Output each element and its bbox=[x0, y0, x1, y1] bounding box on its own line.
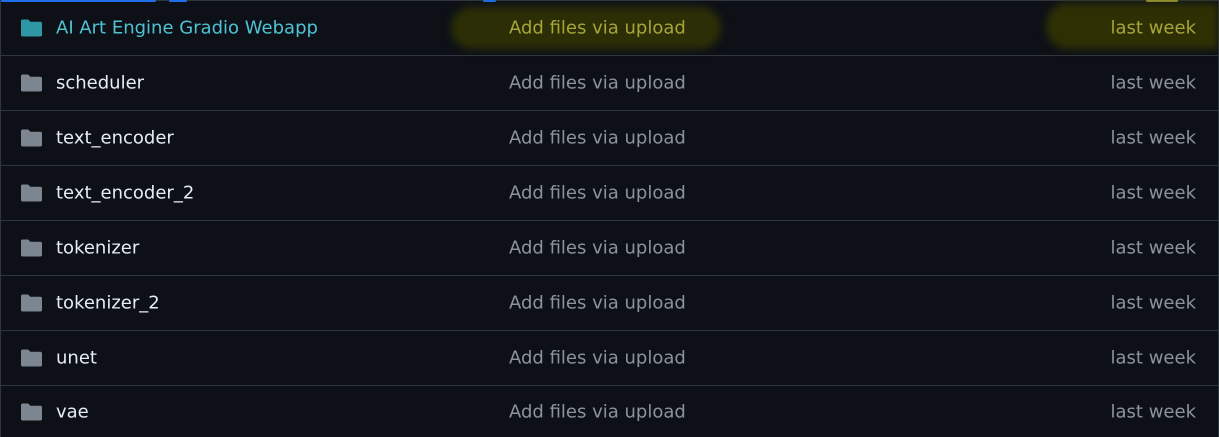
latest-commit-link[interactable]: Add files via upload bbox=[509, 401, 686, 422]
last-modified-time: last week bbox=[1110, 401, 1196, 422]
folder-link[interactable]: unet bbox=[56, 348, 97, 369]
folder-link[interactable]: scheduler bbox=[56, 73, 144, 94]
folder-row[interactable]: tokenizer Add files via upload last week bbox=[1, 221, 1218, 276]
folder-icon bbox=[20, 129, 43, 148]
repository-file-list: AI Art Engine Gradio Webapp Add files vi… bbox=[0, 0, 1219, 437]
latest-commit-link[interactable]: Add files via upload bbox=[509, 128, 686, 149]
folder-row[interactable]: AI Art Engine Gradio Webapp Add files vi… bbox=[1, 1, 1218, 56]
folder-link[interactable]: text_encoder_2 bbox=[56, 183, 194, 204]
last-modified-time: last week bbox=[1110, 292, 1196, 314]
folder-icon bbox=[20, 74, 43, 93]
folder-icon bbox=[20, 402, 43, 421]
latest-commit-link[interactable]: Add files via upload bbox=[509, 183, 686, 204]
latest-commit-link[interactable]: Add files via upload bbox=[509, 348, 686, 369]
folder-icon bbox=[20, 239, 43, 258]
last-modified-time: last week bbox=[1110, 17, 1196, 39]
folder-icon bbox=[20, 294, 43, 313]
folder-icon bbox=[20, 349, 43, 368]
folder-row[interactable]: tokenizer_2 Add files via upload last we… bbox=[1, 276, 1218, 331]
folder-link[interactable]: tokenizer_2 bbox=[56, 293, 160, 314]
folder-row[interactable]: unet Add files via upload last week bbox=[1, 331, 1218, 386]
folder-icon bbox=[20, 19, 43, 38]
folder-link[interactable]: AI Art Engine Gradio Webapp bbox=[56, 18, 318, 39]
latest-commit-link[interactable]: Add files via upload bbox=[509, 238, 686, 259]
last-modified-time: last week bbox=[1110, 347, 1196, 369]
last-modified-time: last week bbox=[1110, 237, 1196, 259]
folder-row[interactable]: text_encoder_2 Add files via upload last… bbox=[1, 166, 1218, 221]
last-modified-time: last week bbox=[1110, 127, 1196, 149]
folder-icon bbox=[20, 184, 43, 203]
folder-row[interactable]: text_encoder Add files via upload last w… bbox=[1, 111, 1218, 166]
folder-link[interactable]: text_encoder bbox=[56, 128, 174, 149]
folder-row[interactable]: scheduler Add files via upload last week bbox=[1, 56, 1218, 111]
folder-row[interactable]: vae Add files via upload last week bbox=[1, 386, 1218, 437]
latest-commit-link[interactable]: Add files via upload bbox=[509, 73, 686, 94]
latest-commit-link[interactable]: Add files via upload bbox=[509, 18, 686, 39]
last-modified-time: last week bbox=[1110, 182, 1196, 204]
folder-link[interactable]: vae bbox=[56, 401, 89, 422]
last-modified-time: last week bbox=[1110, 72, 1196, 94]
folder-link[interactable]: tokenizer bbox=[56, 238, 139, 259]
latest-commit-link[interactable]: Add files via upload bbox=[509, 293, 686, 314]
